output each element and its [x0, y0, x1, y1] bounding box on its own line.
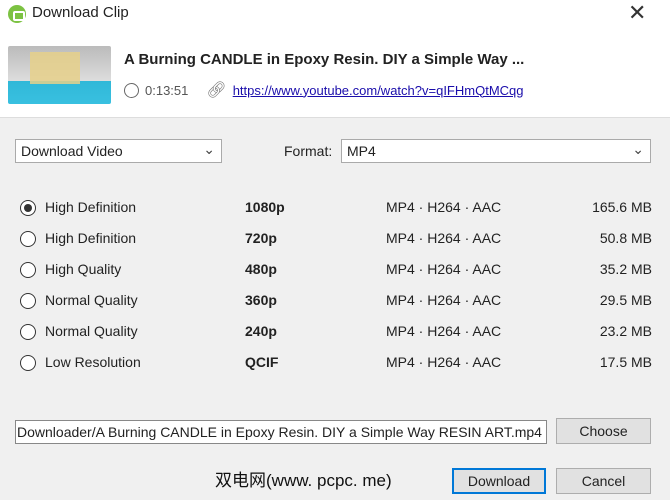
quality-codec: MP4 · H264 · AAC [386, 354, 502, 370]
quality-resolution: 1080p [245, 199, 285, 215]
quality-name: Low Resolution [45, 354, 141, 370]
watermark: 双电网(www. pcpc. me) [215, 471, 392, 490]
radio-button[interactable] [20, 200, 36, 216]
header-panel: Download Clip ✕ A Burning CANDLE in Epox… [0, 0, 670, 118]
format-value: MP4 [347, 143, 376, 159]
quality-size: 50.8 MB [599, 230, 652, 246]
output-path-input[interactable]: Downloader/A Burning CANDLE in Epoxy Res… [15, 420, 547, 444]
quality-option[interactable]: Low Resolution QCIF MP4 · H264 · AAC 17.… [20, 353, 660, 373]
radio-button[interactable] [20, 231, 36, 247]
quality-name: Normal Quality [45, 292, 138, 308]
quality-name: High Definition [45, 199, 137, 215]
app-logo-icon [8, 5, 26, 23]
quality-size: 35.2 MB [599, 261, 652, 277]
quality-name: Normal Quality [45, 323, 138, 339]
quality-resolution: 720p [245, 230, 277, 246]
radio-button[interactable] [20, 293, 36, 309]
video-url-link[interactable]: https://www.youtube.com/watch?v=qIFHmQtM… [233, 83, 524, 98]
download-mode-select[interactable]: Download Video ⌄ [15, 139, 222, 163]
quality-option[interactable]: Normal Quality 240p MP4 · H264 · AAC 23.… [20, 322, 660, 342]
quality-codec: MP4 · H264 · AAC [386, 230, 502, 246]
format-label: Format: [284, 143, 333, 159]
download-button[interactable]: Download [452, 468, 546, 494]
quality-option[interactable]: High Quality 480p MP4 · H264 · AAC 35.2 … [20, 260, 660, 280]
choose-button[interactable]: Choose [556, 418, 651, 444]
quality-name: High Definition [45, 230, 137, 246]
quality-codec: MP4 · H264 · AAC [386, 292, 502, 308]
chevron-down-icon: ⌄ [203, 141, 215, 157]
window-title: Download Clip [32, 4, 129, 21]
quality-codec: MP4 · H264 · AAC [386, 261, 502, 277]
quality-size: 165.6 MB [592, 199, 652, 215]
close-button[interactable]: ✕ [628, 0, 646, 26]
quality-codec: MP4 · H264 · AAC [386, 323, 502, 339]
quality-option[interactable]: Normal Quality 360p MP4 · H264 · AAC 29.… [20, 291, 660, 311]
quality-option[interactable]: High Definition 1080p MP4 · H264 · AAC 1… [20, 198, 660, 218]
clock-icon [124, 82, 139, 98]
quality-codec: MP4 · H264 · AAC [386, 199, 502, 215]
quality-resolution: 240p [245, 323, 277, 339]
quality-name: High Quality [45, 261, 122, 277]
quality-option[interactable]: High Definition 720p MP4 · H264 · AAC 50… [20, 229, 660, 249]
quality-resolution: 360p [245, 292, 277, 308]
download-mode-value: Download Video [21, 143, 123, 159]
quality-resolution: QCIF [245, 354, 279, 370]
format-select[interactable]: MP4 ⌄ [341, 139, 651, 163]
video-meta: 0:13:51 🔗︎ https://www.youtube.com/watch… [124, 80, 524, 100]
link-icon: 🔗︎ [206, 82, 227, 99]
radio-button[interactable] [20, 355, 36, 371]
quality-resolution: 480p [245, 261, 277, 277]
cancel-button[interactable]: Cancel [556, 468, 651, 494]
radio-button[interactable] [20, 324, 36, 340]
quality-size: 23.2 MB [599, 323, 652, 339]
quality-size: 29.5 MB [599, 292, 652, 308]
video-title: A Burning CANDLE in Epoxy Resin. DIY a S… [124, 51, 525, 68]
radio-button[interactable] [20, 262, 36, 278]
video-duration: 0:13:51 [145, 82, 189, 98]
chevron-down-icon: ⌄ [632, 141, 644, 157]
video-thumbnail [8, 46, 111, 104]
quality-size: 17.5 MB [599, 354, 652, 370]
